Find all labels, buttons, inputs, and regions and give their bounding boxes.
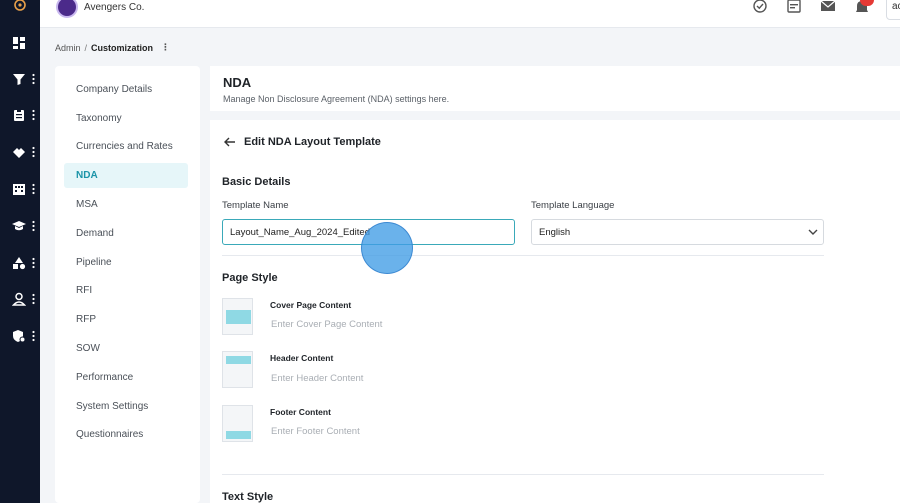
footer-content-input[interactable]: Enter Footer Content <box>271 426 360 437</box>
settings-nav: Company Details Taxonomy Currencies and … <box>55 66 200 503</box>
breadcrumb-separator: / <box>84 42 88 53</box>
rail-item-filter[interactable] <box>0 67 40 91</box>
rail-item-admin[interactable] <box>0 324 40 348</box>
more-options-icon[interactable] <box>32 146 35 158</box>
click-indicator <box>361 222 413 274</box>
app-rail <box>0 0 40 503</box>
company-avatar[interactable] <box>56 0 78 18</box>
template-language-select[interactable]: English <box>531 219 824 245</box>
rail-item-building[interactable] <box>0 177 40 201</box>
shapes-icon <box>13 257 26 270</box>
filter-icon <box>13 74 25 85</box>
page-style-heading: Page Style <box>222 272 278 284</box>
company-name: Avengers Co. <box>84 2 145 13</box>
back-arrow-icon[interactable] <box>224 137 236 147</box>
section-divider <box>222 255 824 256</box>
clipboard-icon <box>14 109 24 121</box>
header-thumbnail[interactable] <box>222 351 253 388</box>
nav-item-msa[interactable]: MSA <box>64 192 188 217</box>
editor-title: Edit NDA Layout Template <box>244 136 381 148</box>
breadcrumb-root[interactable]: Admin <box>55 43 81 53</box>
template-language-value: English <box>539 227 571 238</box>
nav-item-company-details[interactable]: Company Details <box>64 77 188 102</box>
graduation-cap-icon <box>12 221 26 231</box>
breadcrumb-more-icon[interactable]: ⋮ <box>161 42 170 53</box>
breadcrumb-current: Customization <box>91 42 154 53</box>
user-icon <box>12 292 26 306</box>
more-options-icon[interactable] <box>32 220 35 232</box>
mail-icon[interactable] <box>820 0 836 16</box>
cover-page-label: Cover Page Content <box>270 300 352 310</box>
header-content-input[interactable]: Enter Header Content <box>271 373 363 384</box>
rail-item-dashboard[interactable] <box>0 31 40 55</box>
user-initials: ac <box>892 1 900 12</box>
chevron-down-icon <box>808 229 818 235</box>
handshake-icon <box>13 148 25 158</box>
building-icon <box>13 184 25 195</box>
basic-details-heading: Basic Details <box>222 176 291 188</box>
header-content-label: Header Content <box>270 353 334 363</box>
user-menu[interactable]: ac <box>886 0 900 20</box>
nav-item-system-settings[interactable]: System Settings <box>64 394 188 419</box>
rail-item-clipboard[interactable] <box>0 103 40 127</box>
nav-item-questionnaires[interactable]: Questionnaires <box>64 422 188 447</box>
cover-band <box>226 310 251 324</box>
more-options-icon[interactable] <box>32 73 35 85</box>
template-language-label: Template Language <box>531 200 615 211</box>
calendar-icon[interactable] <box>786 0 802 16</box>
nav-item-rfp[interactable]: RFP <box>64 307 188 332</box>
footer-content-label: Footer Content <box>270 407 331 417</box>
rail-item-shapes[interactable] <box>0 251 40 275</box>
header-band <box>226 356 251 364</box>
editor-card: Edit NDA Layout Template Basic Details T… <box>210 120 900 503</box>
more-options-icon[interactable] <box>32 257 35 269</box>
nav-item-nda[interactable]: NDA <box>64 163 188 188</box>
nav-item-taxonomy[interactable]: Taxonomy <box>64 106 188 131</box>
more-options-icon[interactable] <box>32 183 35 195</box>
footer-band <box>226 431 251 439</box>
rail-item-user[interactable] <box>0 287 40 311</box>
nav-item-pipeline[interactable]: Pipeline <box>64 250 188 275</box>
notification-badge <box>860 0 874 6</box>
cover-page-thumbnail[interactable] <box>222 298 253 335</box>
more-options-icon[interactable] <box>32 293 35 305</box>
dashboard-icon <box>13 37 25 49</box>
check-circle-icon[interactable] <box>752 0 768 16</box>
editor-header: Edit NDA Layout Template <box>224 136 381 148</box>
app-logo-icon[interactable] <box>10 0 30 14</box>
more-options-icon[interactable] <box>32 330 35 342</box>
footer-thumbnail[interactable] <box>222 405 253 442</box>
top-bar: Avengers Co. ac <box>40 0 900 28</box>
more-options-icon[interactable] <box>32 109 35 121</box>
section-divider <box>222 474 824 475</box>
page-subtitle: Manage Non Disclosure Agreement (NDA) se… <box>223 94 450 104</box>
rail-item-handshake[interactable] <box>0 140 40 164</box>
nav-item-rfi[interactable]: RFI <box>64 278 188 303</box>
rail-item-training[interactable] <box>0 214 40 238</box>
cover-page-input[interactable]: Enter Cover Page Content <box>271 319 382 330</box>
template-name-label: Template Name <box>222 200 289 211</box>
nav-item-currencies-and-rates[interactable]: Currencies and Rates <box>64 134 188 159</box>
page-header: NDA Manage Non Disclosure Agreement (NDA… <box>210 66 900 111</box>
breadcrumb: Admin / Customization ⋮ <box>55 42 170 53</box>
page-title: NDA <box>223 75 252 90</box>
nav-item-sow[interactable]: SOW <box>64 336 188 361</box>
nav-item-performance[interactable]: Performance <box>64 365 188 390</box>
text-style-heading: Text Style <box>222 491 274 503</box>
nav-item-demand[interactable]: Demand <box>64 221 188 246</box>
shield-gear-icon <box>13 330 26 343</box>
